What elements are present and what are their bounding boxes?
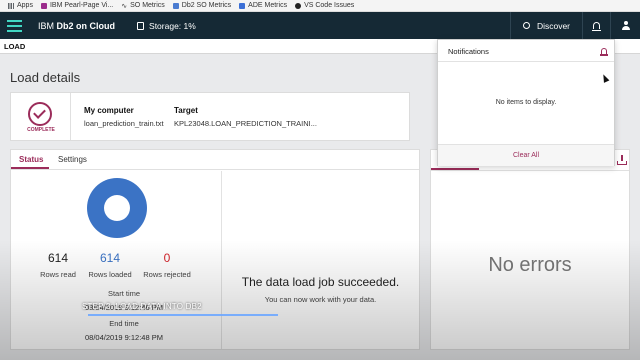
bookmark-so-metrics[interactable]: ∿ SO Metrics xyxy=(121,2,165,10)
stat-value: 614 xyxy=(47,251,69,265)
ade-icon xyxy=(239,2,246,9)
discover-label: Discover xyxy=(536,20,570,31)
errors-tab-divider xyxy=(431,170,629,171)
end-time: End time 08/04/2019 9:12:48 PM xyxy=(69,319,179,342)
notifications-footer: Clear All xyxy=(438,144,614,166)
load-summary-card: COMPLETE My computer loan_prediction_tra… xyxy=(10,92,410,141)
stat-label: Rows read xyxy=(40,270,76,279)
chart-line-icon: ∿ xyxy=(121,2,128,10)
stat-value: 0 xyxy=(163,251,171,265)
status-tabs: Status Settings xyxy=(11,150,419,170)
stat-rows-loaded: 614 Rows loaded xyxy=(80,251,140,279)
user-icon xyxy=(621,21,630,30)
bell-icon xyxy=(600,48,608,56)
user-button[interactable] xyxy=(610,12,640,39)
success-text: You can now work with your data. xyxy=(264,295,377,304)
discover-button[interactable]: Discover xyxy=(509,12,582,39)
top-nav: IBM Db2 on Cloud Storage: 1% Discover xyxy=(0,12,640,39)
bookmark-label: IBM Pearl-Page Vi... xyxy=(49,2,114,9)
status-panel: Status Settings 614 Rows read 614 Rows l… xyxy=(10,149,420,350)
stat-label: Rows loaded xyxy=(88,270,132,279)
panel-divider xyxy=(221,171,222,349)
bookmark-label: VS Code Issues xyxy=(304,2,355,9)
bookmark-vs-code-issues[interactable]: VS Code Issues xyxy=(295,2,354,9)
ibm-icon xyxy=(40,2,47,9)
no-errors-message: No errors xyxy=(488,254,572,276)
bell-icon xyxy=(592,22,601,31)
notifications-button[interactable] xyxy=(582,12,610,39)
apps-grid-icon xyxy=(8,2,14,9)
location-pin-icon xyxy=(522,22,530,29)
bookmark-db2-so-metrics[interactable]: Db2 SO Metrics xyxy=(172,2,232,9)
checkmark-circle-icon xyxy=(28,102,52,126)
bookmark-label: SO Metrics xyxy=(130,2,165,9)
bookmark-label: Apps xyxy=(17,2,33,9)
brand-prefix: IBM xyxy=(38,20,55,31)
active-tab-indicator xyxy=(11,167,49,169)
bookmarks-bar: Apps IBM Pearl-Page Vi... ∿ SO Metrics D… xyxy=(0,0,640,12)
target-heading: Target xyxy=(174,106,198,115)
notifications-empty: No items to display. xyxy=(495,99,557,106)
bookmark-label: ADE Metrics xyxy=(248,2,288,9)
hamburger-menu-icon[interactable] xyxy=(0,12,28,39)
bookmark-ade-metrics[interactable]: ADE Metrics xyxy=(239,2,287,9)
subheader-title: LOAD xyxy=(4,42,26,51)
nav-right: Discover xyxy=(509,12,640,39)
success-message: The data load job succeeded. You can now… xyxy=(222,275,419,304)
video-caption: STEP 3: LOAD DATA INTO DB2 xyxy=(82,302,202,311)
brand[interactable]: IBM Db2 on Cloud xyxy=(38,21,115,31)
start-time-label: Start time xyxy=(107,289,141,298)
target-column: Target KPL23048.LOAN_PREDICTION_TRAINI..… xyxy=(174,106,317,128)
notifications-header: Notifications xyxy=(438,40,614,62)
bookmark-apps[interactable]: Apps xyxy=(8,2,33,9)
download-icon[interactable] xyxy=(617,155,627,165)
db2-icon xyxy=(172,2,179,9)
stat-rows-rejected: 0 Rows rejected xyxy=(137,251,197,279)
database-icon xyxy=(137,21,145,30)
source-column: My computer loan_prediction_train.txt xyxy=(84,106,164,128)
notifications-dropdown: Notifications No items to display. Clear… xyxy=(437,39,615,166)
complete-label: COMPLETE xyxy=(27,127,55,133)
stat-rows-read: 614 Rows read xyxy=(28,251,88,279)
bookmark-label: Db2 SO Metrics xyxy=(181,2,232,9)
page-title: Load details xyxy=(10,70,81,85)
stat-label: Rows rejected xyxy=(143,270,191,279)
brand-name: Db2 on Cloud xyxy=(56,20,116,31)
end-time-value: 08/04/2019 9:12:48 PM xyxy=(85,333,163,342)
bookmark-ibm-pearl[interactable]: IBM Pearl-Page Vi... xyxy=(40,2,114,9)
errors-panel: No errors xyxy=(430,149,630,350)
source-heading: My computer xyxy=(84,106,134,115)
clear-all-button[interactable]: Clear All xyxy=(438,152,614,159)
tab-status[interactable]: Status xyxy=(19,155,43,164)
tab-settings[interactable]: Settings xyxy=(58,155,87,164)
rows-donut-chart xyxy=(87,178,147,238)
storage-indicator[interactable]: Storage: 1% xyxy=(137,21,196,31)
github-icon xyxy=(295,2,302,9)
success-heading: The data load job succeeded. xyxy=(241,275,400,289)
caption-underline xyxy=(88,314,278,316)
target-value: KPL23048.LOAN_PREDICTION_TRAINI... xyxy=(174,119,317,128)
source-value: loan_prediction_train.txt xyxy=(84,119,164,128)
storage-label: Storage: 1% xyxy=(149,20,196,31)
stat-value: 614 xyxy=(99,251,121,265)
end-time-label: End time xyxy=(109,319,139,328)
notifications-title: Notifications xyxy=(448,47,489,56)
complete-status: COMPLETE xyxy=(11,93,71,140)
